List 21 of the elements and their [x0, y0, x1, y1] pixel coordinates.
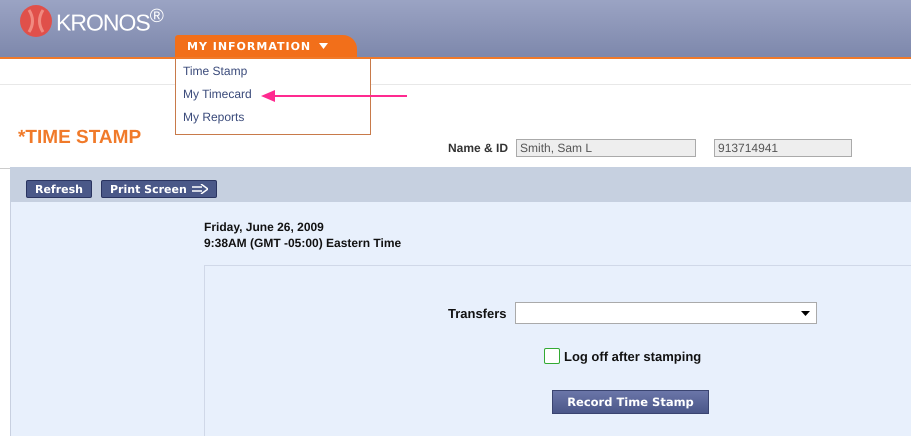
page-title: *TIME STAMP	[18, 127, 142, 149]
menu-item[interactable]: Time Stamp	[183, 63, 248, 79]
menu-item[interactable]: My Reports	[183, 109, 244, 125]
logo-text: KRONOS$^{®}$	[56, 6, 163, 36]
arrow-icon	[192, 184, 208, 194]
menu-item[interactable]: My Timecard	[183, 86, 252, 102]
date-text: Friday, June 26, 2009	[204, 219, 325, 235]
caret-icon	[319, 43, 328, 49]
time-text: 9:38AM (GMT -05:00) Eastern Time	[204, 235, 402, 251]
toolbar-button[interactable]: Print Screen	[100, 180, 217, 198]
record-button[interactable]: Record Time Stamp	[552, 390, 709, 414]
id-field[interactable]: 913714941	[714, 139, 852, 157]
name-field[interactable]: Smith, Sam L	[516, 139, 696, 157]
checkbox[interactable]	[544, 348, 560, 364]
field-label: Transfers	[448, 306, 507, 320]
checkbox-label: Log off after stamping	[564, 348, 702, 364]
dropdown-icon	[800, 310, 810, 316]
transfers-select[interactable]	[514, 302, 817, 324]
field-label: Name & ID	[448, 141, 508, 155]
toolbar-button[interactable]: Refresh	[26, 180, 92, 198]
globe-icon	[19, 4, 53, 38]
